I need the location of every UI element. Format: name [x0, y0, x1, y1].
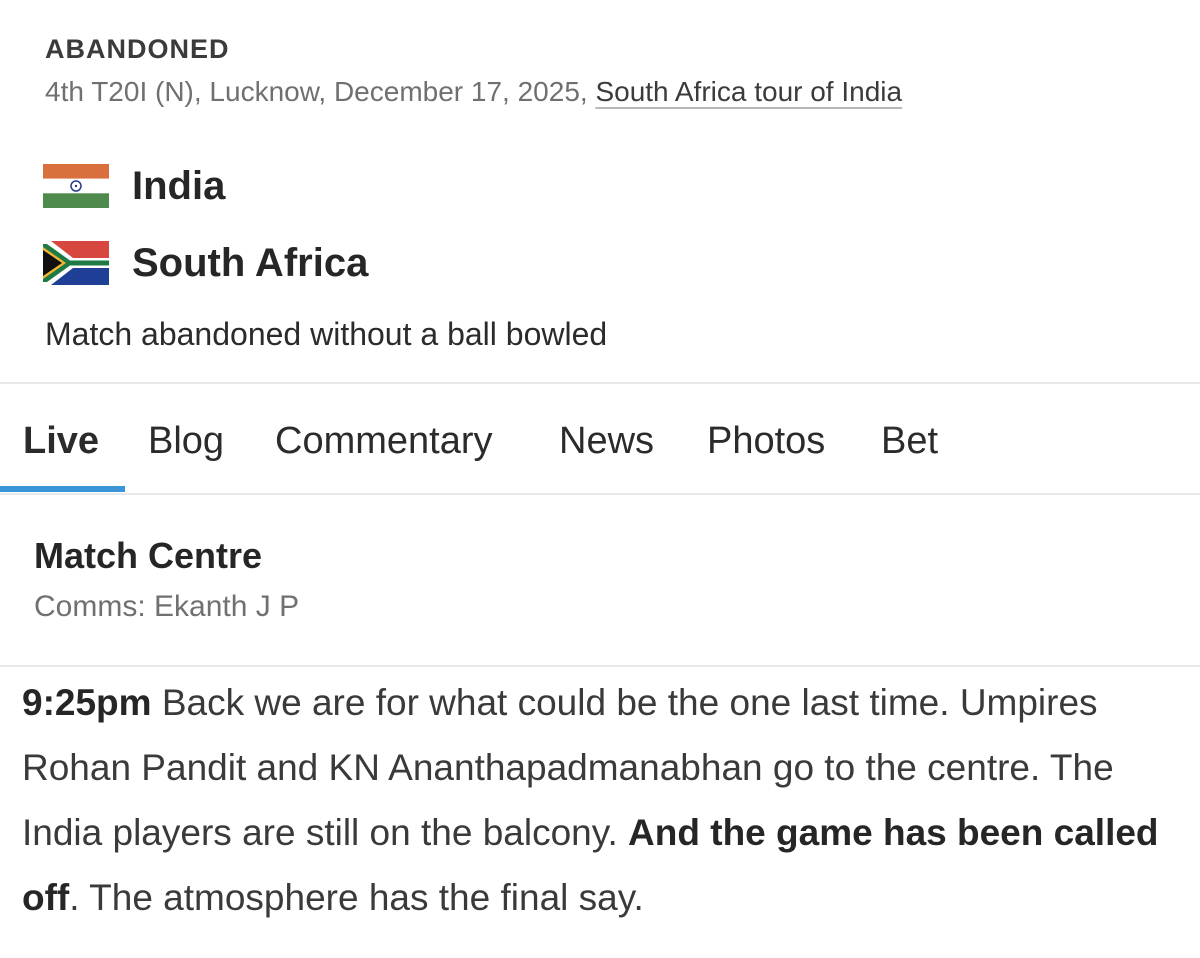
commentary-entry: 9:25pm Back we are for what could be the…: [22, 670, 1182, 930]
match-meta-text: 4th T20I (N), Lucknow, December 17, 2025…: [45, 76, 596, 107]
tab-photos[interactable]: Photos: [707, 420, 825, 463]
match-centre-title: Match Centre: [34, 535, 263, 576]
divider: [0, 665, 1200, 667]
india-flag-icon: [43, 164, 109, 208]
match-header: ABANDONED 4th T20I (N), Lucknow, Decembe…: [0, 0, 1200, 382]
tab-bet[interactable]: Bet: [881, 420, 938, 463]
match-meta: 4th T20I (N), Lucknow, December 17, 2025…: [45, 76, 902, 108]
tab-blog[interactable]: Blog: [148, 420, 224, 463]
tab-live[interactable]: Live: [23, 420, 99, 463]
tab-bar: Live Blog Commentary News Photos Bet: [0, 384, 1200, 494]
team-row-india[interactable]: India: [43, 162, 225, 210]
tab-news[interactable]: News: [559, 420, 654, 463]
south-africa-flag-icon: [43, 241, 109, 285]
team-row-south-africa[interactable]: South Africa: [43, 239, 368, 287]
commentator-credit: Comms: Ekanth J P: [34, 590, 300, 623]
commentary-text: . The atmosphere has the final say.: [69, 877, 644, 918]
match-status: ABANDONED: [45, 34, 230, 64]
team-name: India: [132, 163, 226, 208]
team-name: South Africa: [132, 240, 369, 285]
match-result: Match abandoned without a ball bowled: [45, 316, 608, 352]
commentary-time: 9:25pm: [22, 682, 152, 723]
tab-commentary[interactable]: Commentary: [275, 420, 493, 463]
divider: [0, 493, 1200, 495]
active-tab-indicator: [0, 486, 125, 492]
series-link[interactable]: South Africa tour of India: [595, 76, 902, 107]
